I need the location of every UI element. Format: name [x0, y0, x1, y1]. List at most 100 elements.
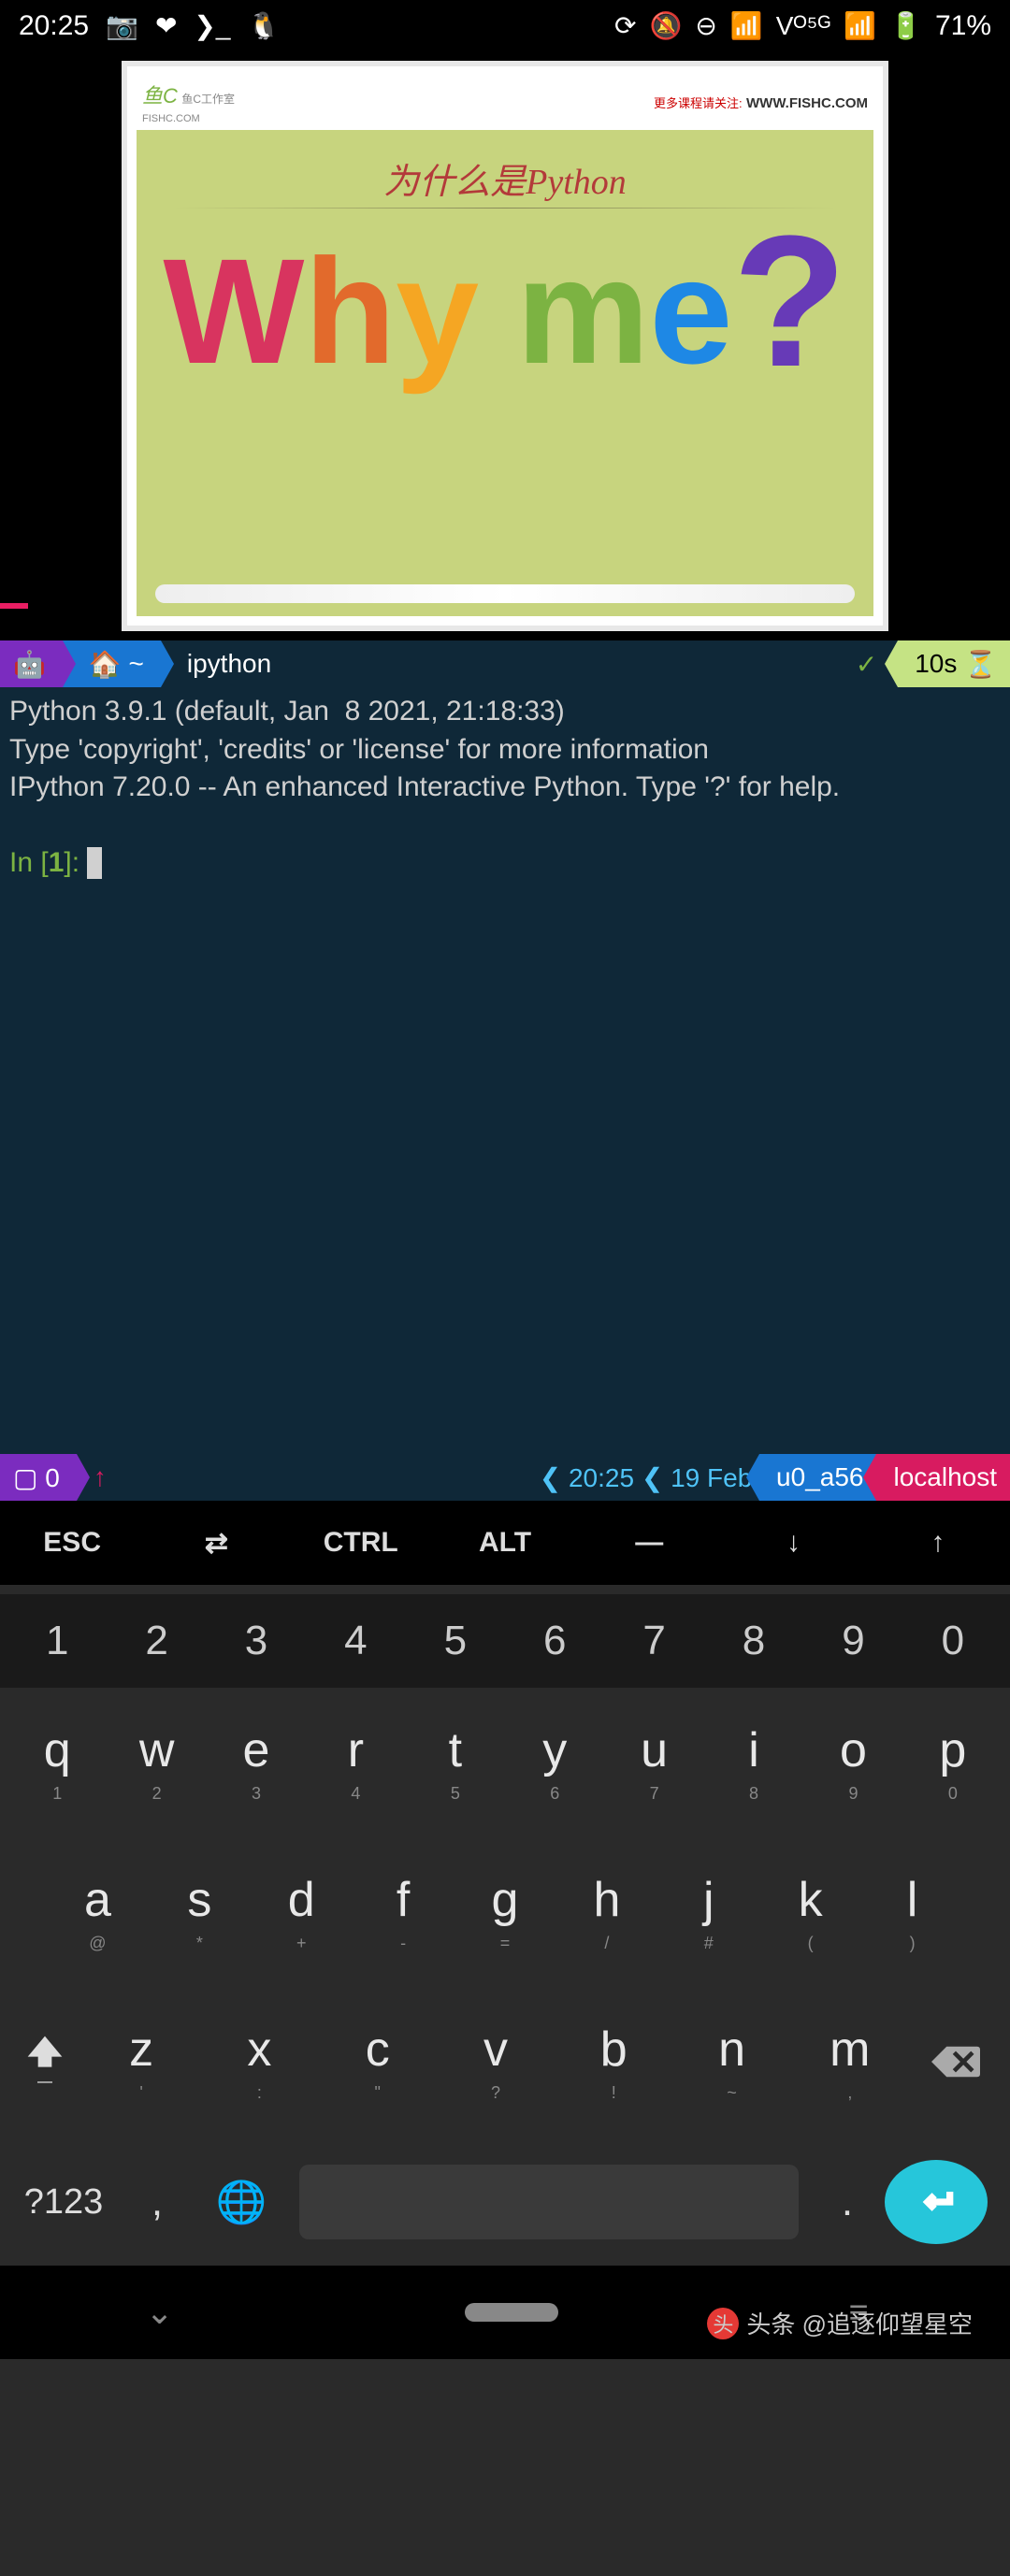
slide: 鱼C 鱼C工作室FISHC.COM 更多课程请关注: WWW.FISHC.COM… — [122, 61, 888, 631]
cursor — [87, 847, 102, 879]
terminal-line: Type 'copyright', 'credits' or 'license'… — [9, 734, 709, 765]
key-x[interactable]: x: — [200, 2022, 318, 2103]
key-p[interactable]: p0 — [903, 1722, 1003, 1804]
shift-key[interactable]: — — [7, 2033, 82, 2091]
terminal-output[interactable]: Python 3.9.1 (default, Jan 8 2021, 21:18… — [0, 687, 1010, 1454]
up-key[interactable]: ↑ — [866, 1527, 1010, 1559]
app-icon: 📷 — [106, 10, 138, 41]
slide-logo: 鱼C 鱼C工作室FISHC.COM — [142, 79, 235, 126]
key-9[interactable]: 9 — [803, 1618, 902, 1664]
key-l[interactable]: l) — [861, 1872, 963, 1953]
key-y[interactable]: y6 — [505, 1722, 604, 1804]
status-time: 20:25 — [19, 10, 89, 42]
key-w[interactable]: w2 — [107, 1722, 206, 1804]
space-key[interactable] — [299, 2165, 799, 2239]
tab-chip: ▢ 0 — [0, 1454, 77, 1501]
key-r[interactable]: r4 — [306, 1722, 405, 1804]
key-f[interactable]: f- — [353, 1872, 454, 1953]
slide-title: 为什么是Python — [155, 152, 855, 204]
terminal-icon: ❯_ — [194, 10, 230, 41]
prompt-in: In [ — [9, 847, 49, 878]
key-1[interactable]: 1 — [7, 1618, 107, 1664]
duration-chip: 10s ⏳ — [898, 640, 1010, 687]
key-n[interactable]: n~ — [672, 2022, 790, 2103]
dash-key[interactable]: ― — [577, 1527, 721, 1559]
qwerty-row-3: — z'x:c"v?b!n~m, — [0, 1987, 1010, 2137]
down-key[interactable]: ↓ — [721, 1527, 865, 1559]
terminal-line: IPython 7.20.0 -- An enhanced Interactiv… — [9, 771, 840, 802]
backspace-key[interactable] — [909, 2043, 1003, 2080]
penguin-icon: 🐧 — [247, 10, 280, 41]
key-0[interactable]: 0 — [903, 1618, 1003, 1664]
watermark: 头 头条 @追逐仰望星空 — [707, 2306, 973, 2340]
battery-icon: 🔋 — [889, 10, 922, 41]
key-b[interactable]: b! — [555, 2022, 672, 2103]
key-z[interactable]: z' — [82, 2022, 200, 2103]
key-g[interactable]: g= — [454, 1872, 556, 1953]
dnd-icon: ⊖ — [695, 10, 716, 41]
key-u[interactable]: u7 — [604, 1722, 703, 1804]
slide-container: 鱼C 鱼C工作室FISHC.COM 更多课程请关注: WWW.FISHC.COM… — [0, 51, 1010, 640]
key-s[interactable]: s* — [149, 1872, 251, 1953]
period-key[interactable]: . — [810, 2179, 885, 2225]
key-t[interactable]: t5 — [406, 1722, 505, 1804]
bottom-row: ?123 , 🌐 . — [0, 2137, 1010, 2267]
volte-icon: Vᴼ⁵ᴳ — [776, 11, 831, 41]
nav-down-icon[interactable]: ⌄ — [145, 2293, 173, 2332]
mute-icon: 🔕 — [649, 10, 682, 41]
key-7[interactable]: 7 — [604, 1618, 703, 1664]
soft-keyboard: 1 2 3 4 5 6 7 8 9 0 q1w2e3r4t5y6u7i8o9p0… — [0, 1585, 1010, 2576]
key-k[interactable]: k( — [759, 1872, 861, 1953]
key-e[interactable]: e3 — [207, 1722, 306, 1804]
whyme-text: Why me? — [155, 237, 855, 396]
key-m[interactable]: m, — [791, 2022, 909, 2103]
slide-url: 更多课程请关注: WWW.FISHC.COM — [654, 94, 868, 112]
key-4[interactable]: 4 — [306, 1618, 405, 1664]
ctrl-key[interactable]: CTRL — [289, 1527, 433, 1559]
signal-icon: 📶 — [844, 10, 876, 41]
user-chip: u0_a56 — [759, 1454, 876, 1501]
terminal-header: 🤖 🏠 ~ ipython ✓ 10s ⏳ — [0, 640, 1010, 687]
key-2[interactable]: 2 — [107, 1618, 206, 1664]
key-5[interactable]: 5 — [406, 1618, 505, 1664]
home-chip: 🏠 ~ — [63, 640, 161, 687]
terminal-statusbar: ▢ 0 ↑ ❮ 20:25 ❮ 19 Feb u0_a56 localhost — [0, 1454, 1010, 1501]
key-a[interactable]: a@ — [47, 1872, 149, 1953]
number-row: 1 2 3 4 5 6 7 8 9 0 — [0, 1594, 1010, 1688]
key-j[interactable]: j# — [657, 1872, 759, 1953]
time-chip: ❮ 20:25 ❮ 19 Feb — [540, 1462, 759, 1493]
nav-pill[interactable] — [465, 2303, 558, 2322]
android-statusbar: 20:25 📷 ❤ ❯_ 🐧 ⟳ 🔕 ⊖ 📶 Vᴼ⁵ᴳ 📶 🔋 71% — [0, 0, 1010, 51]
key-h[interactable]: h/ — [556, 1872, 657, 1953]
key-i[interactable]: i8 — [704, 1722, 803, 1804]
terminal-line: Python 3.9.1 (default, Jan 8 2021, 21:18… — [9, 696, 565, 727]
check-icon: ✓ — [856, 649, 877, 680]
qwerty-row-2: a@s*d+f-g=h/j#k(l) — [0, 1837, 1010, 1987]
key-o[interactable]: o9 — [803, 1722, 902, 1804]
battery-pct: 71% — [935, 10, 991, 42]
key-c[interactable]: c" — [319, 2022, 437, 2103]
qwerty-row-1: q1w2e3r4t5y6u7i8o9p0 — [0, 1688, 1010, 1837]
key-3[interactable]: 3 — [207, 1618, 306, 1664]
android-chip: 🤖 — [0, 640, 63, 687]
tab-key[interactable]: ⇄ — [144, 1527, 288, 1560]
esc-key[interactable]: ESC — [0, 1527, 144, 1559]
comma-key[interactable]: , — [120, 2179, 195, 2225]
toutiao-icon: 头 — [707, 2308, 739, 2339]
key-6[interactable]: 6 — [505, 1618, 604, 1664]
language-key[interactable]: 🌐 — [195, 2178, 288, 2226]
alt-key[interactable]: ALT — [433, 1527, 577, 1559]
sync-icon: ⟳ — [614, 10, 636, 41]
progress-indicator — [0, 603, 28, 609]
symbols-key[interactable]: ?123 — [7, 2182, 120, 2223]
host-chip: localhost — [876, 1454, 1010, 1501]
key-q[interactable]: q1 — [7, 1722, 107, 1804]
key-8[interactable]: 8 — [704, 1618, 803, 1664]
termux-extra-keys: ESC ⇄ CTRL ALT ― ↓ ↑ — [0, 1501, 1010, 1585]
enter-key[interactable] — [885, 2160, 988, 2244]
key-v[interactable]: v? — [437, 2022, 555, 2103]
wifi-icon: 📶 — [730, 10, 763, 41]
command-chip: ipython — [161, 640, 288, 687]
heart-icon: ❤ — [155, 10, 177, 41]
key-d[interactable]: d+ — [251, 1872, 353, 1953]
